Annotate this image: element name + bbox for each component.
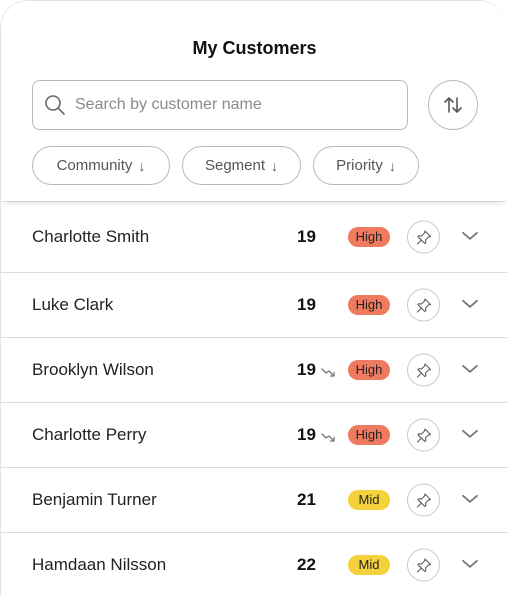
chevron-down-icon — [462, 299, 478, 308]
arrow-down-icon: ↓ — [271, 157, 279, 174]
customer-name: Charlotte Perry — [32, 425, 147, 444]
search-icon — [45, 95, 65, 115]
trend-down-icon — [321, 368, 335, 377]
sort-button[interactable] — [428, 80, 478, 130]
chevron-down-icon — [462, 494, 478, 503]
customer-row[interactable]: Luke Clark 19 High — [1, 273, 507, 338]
chevron-down-icon — [462, 364, 478, 373]
pin-button[interactable] — [407, 220, 440, 254]
pin-button[interactable] — [407, 548, 440, 582]
customer-score: 19 — [297, 227, 316, 246]
pin-button[interactable] — [407, 353, 440, 387]
customer-score: 19 — [297, 360, 316, 379]
pin-icon — [416, 297, 431, 313]
customer-score: 19 — [297, 425, 316, 444]
arrow-down-icon: ↓ — [388, 157, 396, 174]
customer-row[interactable]: Hamdaan Nilsson 22 Mid — [1, 533, 507, 595]
customer-list: Charlotte Smith 19 High Luke Clark 19 Hi… — [1, 201, 507, 595]
customer-score: 21 — [297, 490, 316, 509]
sort-icon — [444, 97, 462, 113]
pin-button[interactable] — [407, 483, 440, 517]
page-title: My Customers — [192, 38, 317, 58]
pin-icon — [416, 557, 431, 573]
priority-badge: High — [348, 360, 390, 380]
pin-icon — [416, 492, 431, 508]
chevron-down-icon — [462, 429, 478, 438]
search-placeholder: Search by customer name — [75, 96, 262, 113]
pin-button[interactable] — [407, 418, 440, 452]
customers-panel: My Customers Search by customer name Com… — [0, 0, 507, 595]
filter-community[interactable]: Community ↓ — [32, 146, 170, 185]
customer-name: Brooklyn Wilson — [32, 360, 154, 379]
trend-down-icon — [321, 433, 335, 442]
customer-name: Luke Clark — [32, 295, 114, 314]
arrow-down-icon: ↓ — [138, 157, 146, 174]
priority-badge: High — [348, 227, 390, 247]
search-input[interactable]: Search by customer name — [32, 80, 408, 130]
customer-name: Benjamin Turner — [32, 490, 157, 509]
filter-priority-label: Priority — [336, 157, 383, 174]
header: My Customers Search by customer name Com… — [1, 1, 507, 201]
priority-badge: High — [348, 425, 390, 445]
pin-icon — [416, 427, 431, 443]
customer-row[interactable]: Brooklyn Wilson 19 High — [1, 338, 507, 403]
pin-icon — [416, 362, 431, 378]
pin-icon — [416, 229, 431, 245]
customer-score: 22 — [297, 555, 316, 574]
filter-priority[interactable]: Priority ↓ — [313, 146, 419, 185]
customer-row[interactable]: Charlotte Perry 19 High — [1, 403, 507, 468]
chevron-down-icon — [462, 559, 478, 568]
customer-row[interactable]: Charlotte Smith 19 High — [1, 201, 507, 273]
priority-badge: Mid — [348, 490, 390, 510]
priority-badge: Mid — [348, 555, 390, 575]
customer-name: Hamdaan Nilsson — [32, 555, 167, 574]
customer-score: 19 — [297, 295, 316, 314]
filter-segment[interactable]: Segment ↓ — [182, 146, 301, 185]
priority-badge: High — [348, 295, 390, 315]
customer-name: Charlotte Smith — [32, 227, 150, 246]
pin-button[interactable] — [407, 288, 440, 322]
filter-community-label: Community — [56, 157, 133, 174]
chevron-down-icon — [462, 231, 478, 240]
filter-segment-label: Segment — [204, 157, 266, 174]
customer-row[interactable]: Benjamin Turner 21 Mid — [1, 468, 507, 533]
